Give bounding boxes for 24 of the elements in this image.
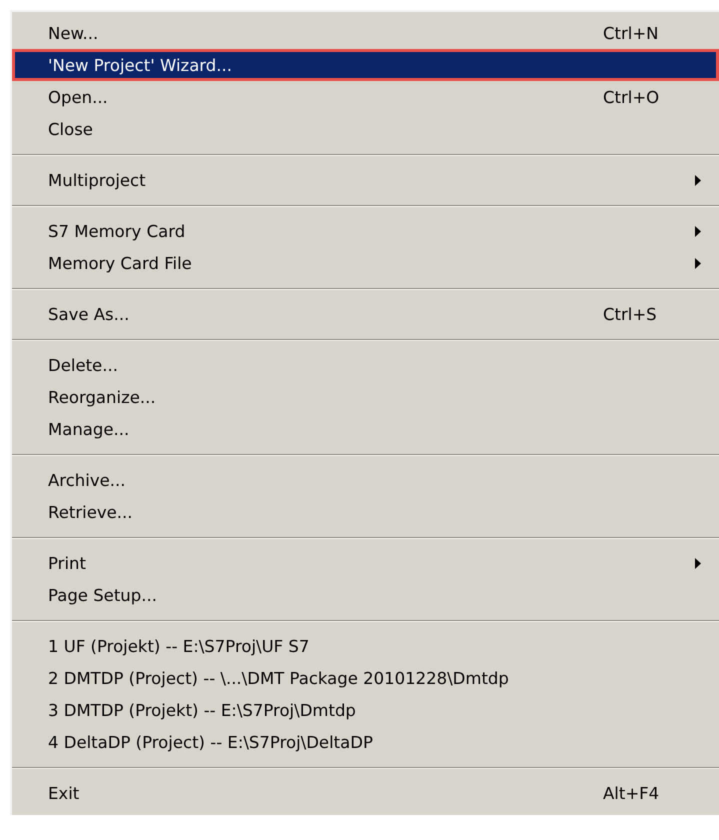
shortcut-text: Alt+F4 bbox=[603, 784, 660, 802]
menu-item[interactable]: 2 DMTDP (Project) -- \...\DMT Package 20101228\Dmtdp bbox=[12, 662, 719, 694]
menu-item[interactable]: 'New Project' Wizard... bbox=[12, 49, 719, 81]
menu-item[interactable]: Archive... bbox=[12, 464, 719, 496]
menu-item[interactable]: 3 DMTDP (Projekt) -- E:\S7Proj\Dmtdp bbox=[12, 694, 719, 726]
menu-item[interactable]: Print bbox=[12, 547, 719, 579]
shortcut-text: Ctrl+S bbox=[603, 304, 658, 324]
menu-item[interactable]: Delete... bbox=[12, 349, 719, 381]
menu-item[interactable]: S7 Memory Card bbox=[12, 215, 719, 247]
menu-item[interactable]: Save As... Ctrl+S bbox=[12, 298, 719, 330]
menu-item[interactable]: Exit Alt+F4 bbox=[12, 777, 719, 809]
menu-item[interactable]: Reorganize... bbox=[12, 381, 719, 413]
menu-item[interactable]: 1 UF (Projekt) -- E:\S7Proj\UF S7 bbox=[12, 630, 719, 662]
menu-item[interactable]: Multiproject bbox=[12, 164, 719, 196]
menu-item[interactable]: 4 DeltaDP (Project) -- E:\S7Proj\DeltaDP bbox=[12, 726, 719, 758]
menu-item[interactable]: Manage... bbox=[12, 413, 719, 445]
shortcut-text: Ctrl+N bbox=[603, 24, 660, 42]
menu-item[interactable]: Open... Ctrl+O bbox=[12, 81, 719, 113]
shortcut-text: Ctrl+O bbox=[603, 88, 660, 106]
menu-item[interactable]: Retrieve... bbox=[12, 496, 719, 528]
menu-item[interactable]: Close bbox=[12, 113, 719, 145]
menu-item[interactable]: Page Setup... bbox=[12, 579, 719, 611]
menu-item[interactable]: New... Ctrl+N bbox=[12, 17, 719, 49]
menu-item[interactable]: Memory Card File bbox=[12, 247, 719, 279]
